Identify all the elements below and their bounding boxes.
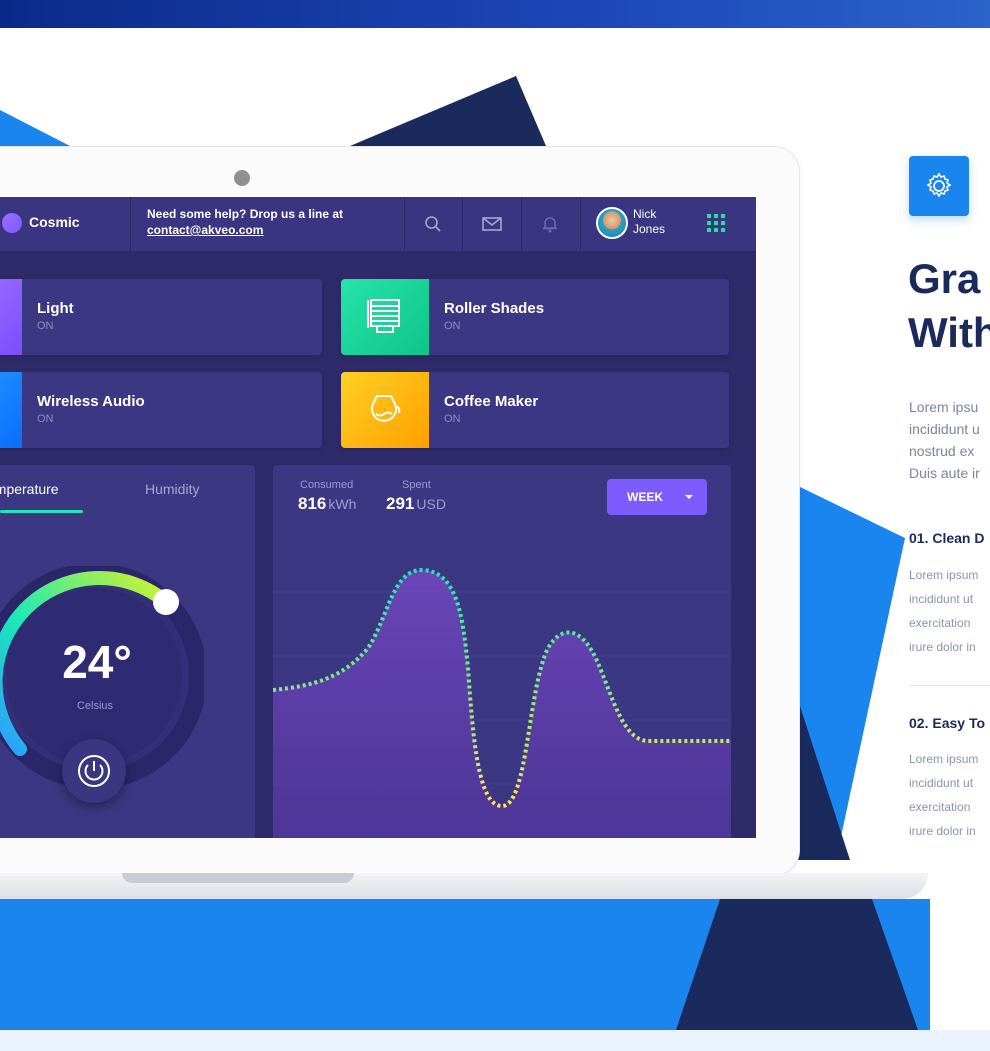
body-line: exercitation (909, 616, 971, 630)
feature-item-title: 01. Clean D (909, 530, 985, 546)
coffee-tile (341, 372, 429, 448)
device-card-coffee-maker[interactable]: Coffee Maker ON (341, 372, 729, 448)
heading-line: Gra (908, 255, 981, 302)
lead-line: nostrud ex (909, 443, 975, 459)
dashboard-content: Light ON Roller Shades ON Wireless Audio… (0, 197, 756, 838)
audio-tile (0, 372, 22, 448)
power-button[interactable] (62, 739, 126, 803)
coffee-icon (371, 395, 401, 422)
laptop-notch (122, 873, 354, 883)
gear-icon (926, 172, 952, 198)
lead-line: Duis aute ir (909, 465, 980, 481)
feature-divider (909, 685, 990, 686)
device-card-wireless-audio[interactable]: Wireless Audio ON (0, 372, 322, 448)
light-tile (0, 279, 22, 355)
body-line: incididunt ut (909, 776, 974, 790)
chevron-down-icon (685, 495, 693, 499)
power-icon (78, 755, 110, 787)
body-line: Lorem ipsum (909, 568, 979, 582)
device-name: Wireless Audio (37, 393, 145, 410)
tab-humidity[interactable]: Humidity (145, 481, 199, 497)
consumed-value: 816 kWh (298, 494, 357, 513)
temperature-unit: Celsius (76, 700, 114, 712)
temperature-value: 24° (62, 636, 132, 688)
device-status: ON (444, 320, 461, 332)
device-card-light[interactable]: Light ON (0, 279, 322, 355)
device-name: Roller Shades (444, 300, 545, 317)
device-status: ON (444, 413, 461, 425)
heading-line: With (908, 309, 990, 356)
consumed-label: Consumed (300, 479, 354, 491)
lead-line: incididunt u (909, 421, 980, 437)
feature-heading: Gra With (908, 252, 990, 360)
device-status: ON (37, 320, 54, 332)
device-status: ON (37, 413, 54, 425)
feature-item-body: Lorem ipsum incididunt ut exercitation i… (909, 747, 978, 843)
feature-item-title: 02. Easy To (909, 715, 986, 731)
spent-label: Spent (402, 479, 431, 491)
body-line: Lorem ipsum (909, 752, 979, 766)
body-line: irure dolor in (909, 640, 976, 654)
active-tab-indicator (0, 510, 83, 513)
bottom-band (0, 1030, 990, 1051)
feature-item-body: Lorem ipsum incididunt ut exercitation i… (909, 563, 978, 659)
body-line: incididunt ut (909, 592, 974, 606)
body-line: exercitation (909, 800, 971, 814)
lead-line: Lorem ipsu (909, 399, 979, 415)
laptop-camera (234, 170, 250, 186)
device-card-roller-shades[interactable]: Roller Shades ON (341, 279, 729, 355)
feature-icon-box (909, 156, 969, 216)
device-name: Coffee Maker (444, 393, 539, 410)
shades-tile (341, 279, 429, 355)
top-banner (0, 0, 990, 28)
tab-temperature[interactable]: Temperature (0, 481, 59, 497)
shades-icon (367, 299, 400, 333)
period-select[interactable]: WEEK (607, 479, 707, 515)
body-line: irure dolor in (909, 824, 976, 838)
feature-lead: Lorem ipsu incididunt u nostrud ex Duis … (909, 396, 980, 484)
energy-line-chart (273, 567, 731, 838)
device-name: Light (37, 300, 74, 317)
spent-value: 291 USD (386, 494, 446, 513)
period-label: WEEK (627, 490, 663, 504)
